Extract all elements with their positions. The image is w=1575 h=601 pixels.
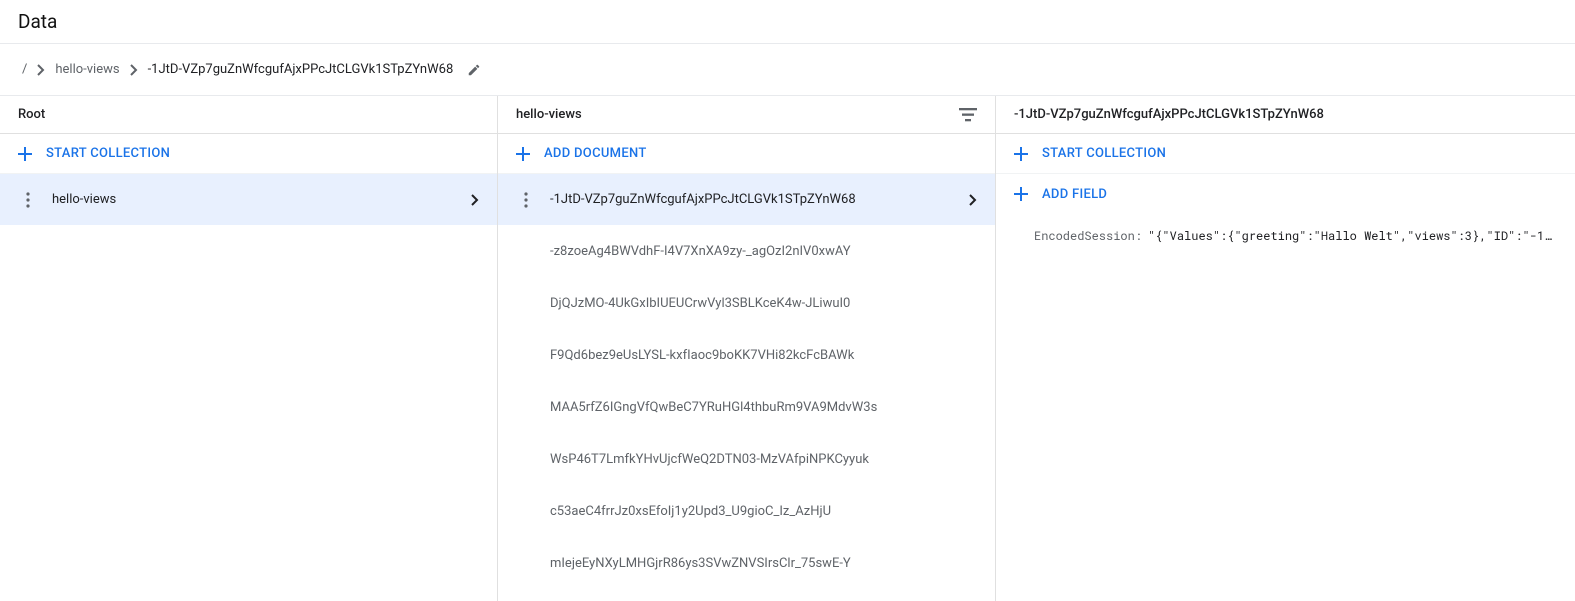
kebab-icon[interactable]: [516, 192, 536, 208]
root-column-header: Root: [0, 96, 497, 134]
field-key: EncodedSession:: [1034, 228, 1142, 244]
document-row-label: mIejeEyNXyLMHGjrR86ys3SVwZNVSIrsClr_75sw…: [550, 556, 977, 571]
start-collection-label: START COLLECTION: [1042, 146, 1166, 161]
document-row[interactable]: F9Qd6bez9eUsLYSL-kxfIaoc9boKK7VHi82kcFcB…: [498, 329, 995, 381]
document-column: -1JtD-VZp7guZnWfcgufAjxPPcJtCLGVk1STpZYn…: [996, 96, 1575, 601]
data-explorer: Root START COLLECTION hello-views hello-…: [0, 96, 1575, 601]
chevron-right-icon: [471, 194, 479, 206]
start-collection-label: START COLLECTION: [46, 146, 170, 161]
add-field-label: ADD FIELD: [1042, 187, 1107, 202]
plus-icon: [516, 147, 530, 161]
collection-column-header: hello-views: [498, 96, 995, 134]
document-row[interactable]: MAA5rfZ6IGngVfQwBeC7YRuHGl4thbuRm9VA9Mdv…: [498, 381, 995, 433]
document-row[interactable]: mIejeEyNXyLMHGjrR86ys3SVwZNVSIrsClr_75sw…: [498, 537, 995, 589]
document-row-label: DjQJzMO-4UkGxIbIUEUCrwVyl3SBLKceK4w-JLiw…: [550, 296, 977, 311]
plus-icon: [18, 147, 32, 161]
document-row-label: MAA5rfZ6IGngVfQwBeC7YRuHGl4thbuRm9VA9Mdv…: [550, 400, 977, 415]
breadcrumb-document[interactable]: -1JtD-VZp7guZnWfcgufAjxPPcJtCLGVk1STpZYn…: [148, 62, 454, 77]
breadcrumb-root[interactable]: /: [22, 62, 27, 77]
collection-column-title: hello-views: [516, 107, 582, 122]
field-row[interactable]: EncodedSession: "{"Values":{"greeting":"…: [996, 214, 1575, 244]
breadcrumb: / hello-views -1JtD-VZp7guZnWfcgufAjxPPc…: [0, 44, 1575, 96]
document-row[interactable]: WsP46T7LmfkYHvUjcfWeQ2DTN03-MzVAfpiNPKCy…: [498, 433, 995, 485]
document-row[interactable]: -1JtD-VZp7guZnWfcgufAjxPPcJtCLGVk1STpZYn…: [498, 174, 995, 225]
root-column: Root START COLLECTION hello-views: [0, 96, 498, 601]
chevron-right-icon: [969, 194, 977, 206]
document-column-title: -1JtD-VZp7guZnWfcgufAjxPPcJtCLGVk1STpZYn…: [1014, 107, 1324, 122]
collection-row[interactable]: hello-views: [0, 174, 497, 225]
field-value: "{"Values":{"greeting":"Hallo Welt","vie…: [1148, 228, 1557, 244]
document-row-label: -z8zoeAg4BWVdhF-I4V7XnXA9zy-_agOzI2nIV0x…: [550, 244, 977, 259]
edit-icon[interactable]: [467, 63, 481, 77]
collection-row-label: hello-views: [38, 192, 471, 207]
kebab-icon[interactable]: [18, 192, 38, 208]
breadcrumb-collection[interactable]: hello-views: [55, 62, 119, 77]
collection-column: hello-views ADD DOCUMENT -1JtD-VZp7guZnW…: [498, 96, 996, 601]
add-document-button[interactable]: ADD DOCUMENT: [498, 134, 995, 174]
document-row[interactable]: c53aeC4frrJz0xsEfoIj1y2Upd3_U9gioC_Iz_Az…: [498, 485, 995, 537]
start-collection-button[interactable]: START COLLECTION: [0, 134, 497, 174]
document-row-label: c53aeC4frrJz0xsEfoIj1y2Upd3_U9gioC_Iz_Az…: [550, 504, 977, 519]
document-row-label: F9Qd6bez9eUsLYSL-kxfIaoc9boKK7VHi82kcFcB…: [550, 348, 977, 363]
plus-icon: [1014, 147, 1028, 161]
document-row[interactable]: -z8zoeAg4BWVdhF-I4V7XnXA9zy-_agOzI2nIV0x…: [498, 225, 995, 277]
filter-icon[interactable]: [959, 108, 977, 122]
chevron-right-icon: [37, 64, 45, 76]
add-document-label: ADD DOCUMENT: [544, 146, 647, 161]
document-row-label: -1JtD-VZp7guZnWfcgufAjxPPcJtCLGVk1STpZYn…: [536, 192, 969, 207]
chevron-right-icon: [130, 64, 138, 76]
document-row[interactable]: DjQJzMO-4UkGxIbIUEUCrwVyl3SBLKceK4w-JLiw…: [498, 277, 995, 329]
root-column-title: Root: [18, 107, 45, 122]
document-column-header: -1JtD-VZp7guZnWfcgufAjxPPcJtCLGVk1STpZYn…: [996, 96, 1575, 134]
plus-icon: [1014, 187, 1028, 201]
document-row-label: WsP46T7LmfkYHvUjcfWeQ2DTN03-MzVAfpiNPKCy…: [550, 452, 977, 467]
page-title: Data: [0, 0, 1575, 44]
add-field-button[interactable]: ADD FIELD: [996, 174, 1575, 214]
start-collection-button[interactable]: START COLLECTION: [996, 134, 1575, 174]
